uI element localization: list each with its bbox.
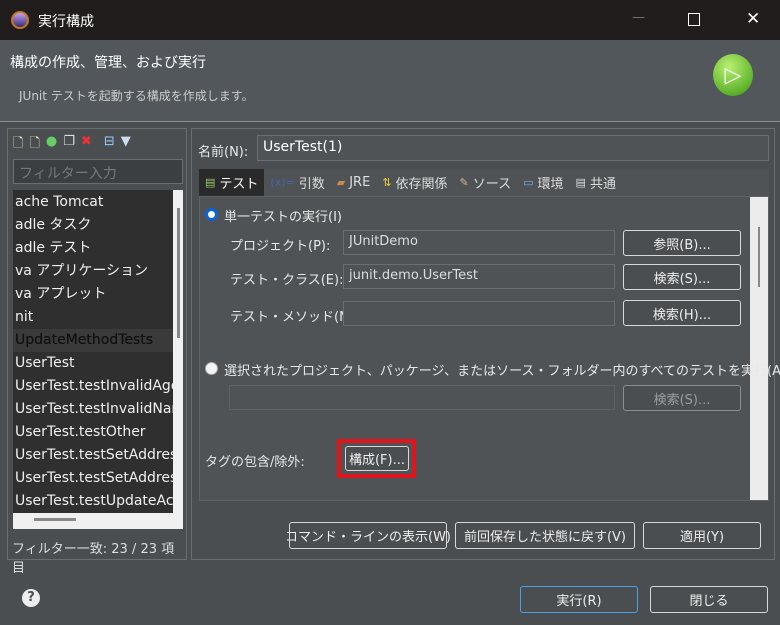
tab-label: ソース [472,177,512,192]
filter-status: フィルター一致: 23 / 23 項目 [12,542,175,576]
browse-project-button[interactable]: 参照(B)... [623,230,741,256]
jre-tab-icon: ▰ [336,176,346,189]
filter-icon[interactable]: ▼ [121,134,131,156]
help-button[interactable]: ? [22,589,40,607]
apply-button[interactable]: 適用(Y) [643,522,761,549]
tab-content: 単一テストの実行(I) プロジェクト(P): JUnitDemo 参照(B)..… [199,196,780,501]
tags-label: タグの包含/除外: [205,455,305,470]
config-list-item[interactable]: va アプリケーション [13,260,173,283]
tab-label: 引数 [298,177,325,192]
config-list-item[interactable]: UserTest.testSetAddress [13,467,173,490]
vertical-scrollbar[interactable] [177,208,180,338]
show-command-line-button[interactable]: コマンド・ラインの表示(W) [285,522,451,549]
title-bar: 実行構成 — ✕ [0,0,780,40]
arguments-tab-icon: (x)= [270,176,295,189]
tab-arguments[interactable]: (x)= 引数 [264,169,330,196]
run-banner-icon: ▷ [713,54,753,96]
dependencies-tab-icon: ⇅ [382,176,392,189]
horizontal-scrollbar[interactable] [34,518,76,521]
tab-label: JRE [349,175,371,190]
config-list-item[interactable]: nit [13,306,173,329]
duplicate-icon[interactable]: ❐ [63,134,75,156]
config-tree: ache Tomcat adle タスク adle テスト va アプリケーション va… [13,190,183,529]
configure-tags-button[interactable]: 構成(F)... [345,446,409,471]
tab-dependencies[interactable]: ⇅ 依存関係 [376,169,453,196]
import-icon[interactable]: ● [46,134,57,156]
tab-label: テスト [219,177,259,192]
tab-environment[interactable]: ▭ 環境 [517,169,569,196]
tab-label: 共通 [589,177,616,192]
list-toolbar: 🗋 🗋 ● ❐ ✖ ⊟ ▼ [13,134,131,156]
config-list-item[interactable]: va アプレット [13,283,173,306]
revert-button[interactable]: 前回保存した状態に戻す(V) [455,522,635,549]
dialog-header: 構成の作成、管理、および実行 JUnit テストを起動する構成を作成します。 ▷ [0,40,780,122]
tab-jre[interactable]: ▰ JRE [331,169,377,196]
config-list-item[interactable]: UpdateMethodTests [13,329,173,352]
search-method-button[interactable]: 検索(H)... [623,300,741,326]
collapse-all-icon[interactable]: ⊟ [104,134,115,156]
all-tests-label: 選択されたプロジェクト、パッケージ、またはソース・フォルダー内のすべてのテストを… [224,364,780,379]
header-subtitle: JUnit テストを起動する構成を作成します。 [19,89,254,103]
config-list-item[interactable]: adle テスト [13,237,173,260]
tab-label: 環境 [537,177,564,192]
config-list-item[interactable]: UserTest [13,352,173,375]
close-button[interactable]: ✕ [746,9,760,29]
project-label: プロジェクト(P): [230,239,331,254]
environment-tab-icon: ▭ [523,176,534,189]
new-config-icon[interactable]: 🗋 [13,134,23,156]
name-input[interactable]: UserTest(1) [257,135,769,161]
name-label: 名前(N): [198,145,249,160]
common-tab-icon: ▤ [575,176,586,189]
config-list-item[interactable]: adle タスク [13,214,173,237]
config-list-item[interactable]: UserTest.testSetAddress [13,444,173,467]
minimize-button[interactable]: — [632,10,645,25]
config-list-panel: 🗋 🗋 ● ❐ ✖ ⊟ ▼ フィルター入力 ache Tomcat adle タス… [7,128,187,576]
test-class-label: テスト・クラス(E): [230,273,344,288]
search-class-button[interactable]: 検索(S)... [623,264,741,290]
filter-input[interactable]: フィルター入力 [13,159,183,184]
tab-common[interactable]: ▤ 共通 [570,169,622,196]
all-tests-input [229,385,615,410]
header-title: 構成の作成、管理、および実行 [10,55,206,71]
run-button[interactable]: 実行(R) [520,586,638,613]
test-method-label: テスト・メソッド(M): [230,310,360,325]
config-list-item[interactable]: ache Tomcat [13,191,173,214]
single-test-label: 単一テストの実行(I) [224,210,342,225]
window-title: 実行構成 [38,14,94,30]
eclipse-icon [11,11,29,29]
test-tab-icon: ▤ [205,176,216,189]
config-list-item[interactable]: UserTest.testInvalidName [13,398,173,421]
content-scrollbar[interactable] [750,197,768,500]
config-list-item[interactable]: UserTest.testUpdateAc [13,490,173,513]
test-class-input[interactable]: junit.demo.UserTest [343,264,615,289]
delete-icon[interactable]: ✖ [81,134,92,156]
all-tests-radio[interactable] [205,362,218,375]
close-dialog-button[interactable]: 閉じる [650,586,768,613]
tab-source[interactable]: ✎ ソース [454,169,518,196]
maximize-button[interactable] [688,13,700,26]
project-input[interactable]: JUnitDemo [343,230,615,255]
new-prototype-icon[interactable]: 🗋 [29,134,39,156]
tab-bar: ▤ テスト (x)= 引数 ▰ JRE ⇅ 依存関係 ✎ ソース ▭ 環境 ▤ 共通 [199,169,769,196]
config-list-item[interactable]: UserTest.testOther [13,421,173,444]
test-method-input[interactable] [343,301,615,326]
tab-label: 依存関係 [395,177,448,192]
config-list-item[interactable]: UserTest.testInvalidAge [13,375,173,398]
single-test-radio[interactable] [205,208,218,221]
search-container-button: 検索(S)... [623,385,741,411]
source-tab-icon: ✎ [459,176,469,189]
config-editor: 名前(N): UserTest(1) ▤ テスト (x)= 引数 ▰ JRE ⇅ 依存関係 ✎ ソ… [191,128,780,560]
tab-test[interactable]: ▤ テスト [199,169,265,196]
